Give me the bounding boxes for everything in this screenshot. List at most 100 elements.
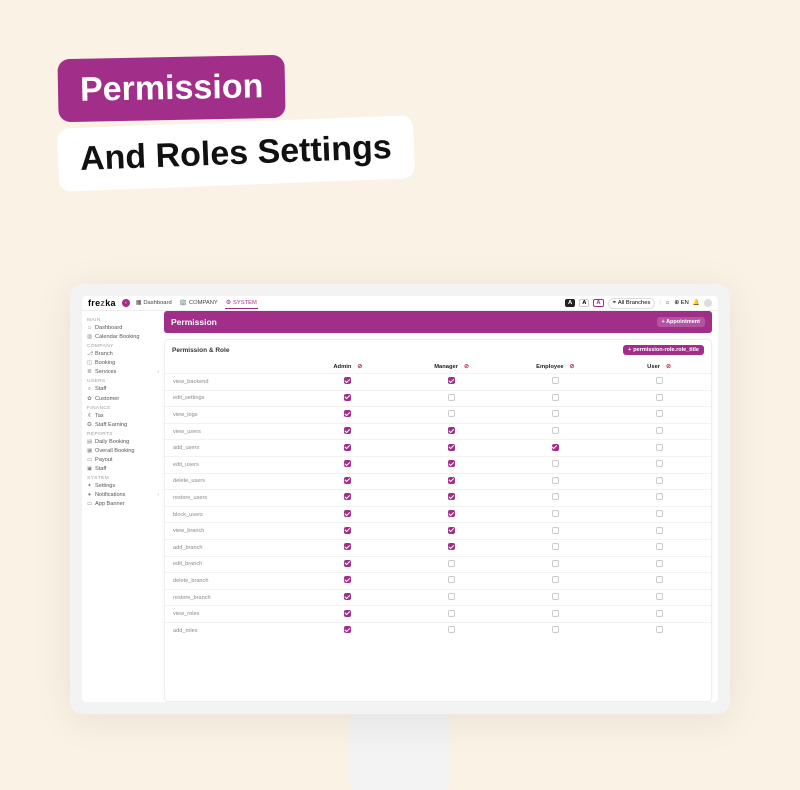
checkbox[interactable] <box>656 593 663 600</box>
checkbox[interactable] <box>552 610 559 617</box>
checkbox[interactable] <box>344 593 351 600</box>
sidebar-item-tax[interactable]: ¢Tax <box>87 411 159 420</box>
top-tab-system[interactable]: ⚙ SYSTEM <box>226 300 257 306</box>
delete-role-icon[interactable]: ⊘ <box>351 364 362 370</box>
sidebar-item-staff[interactable]: ▣Staff <box>87 464 159 473</box>
avatar[interactable] <box>704 299 712 307</box>
checkbox[interactable] <box>656 626 663 633</box>
checkbox[interactable] <box>448 460 455 467</box>
checkbox[interactable] <box>656 510 663 517</box>
checkbox[interactable] <box>448 560 455 567</box>
delete-role-icon[interactable]: ⊘ <box>458 364 469 370</box>
checkbox[interactable] <box>448 394 455 401</box>
sidebar-icon: ✿ <box>87 396 92 402</box>
checkbox[interactable] <box>448 510 455 517</box>
checkbox[interactable] <box>448 543 455 550</box>
checkbox[interactable] <box>344 460 351 467</box>
checkbox[interactable] <box>656 493 663 500</box>
appointment-button[interactable]: + Appointment <box>657 317 705 327</box>
checkbox[interactable] <box>552 560 559 567</box>
checkbox[interactable] <box>448 477 455 484</box>
checkbox[interactable] <box>448 493 455 500</box>
checkbox[interactable] <box>656 410 663 417</box>
checkbox[interactable] <box>344 427 351 434</box>
checkbox[interactable] <box>552 543 559 550</box>
checkbox[interactable] <box>552 444 559 451</box>
checkbox[interactable] <box>344 510 351 517</box>
sidebar-item-dashboard[interactable]: ⌂Dashboard <box>87 323 159 332</box>
checkbox[interactable] <box>344 394 351 401</box>
top-tab-dashboard[interactable]: ▦ Dashboard <box>136 300 172 306</box>
sidebar-item-calendar-booking[interactable]: ▥Calendar Booking <box>87 332 159 341</box>
checkbox[interactable] <box>552 626 559 633</box>
checkbox[interactable] <box>552 510 559 517</box>
sidebar-item-notifications[interactable]: ●Notifications› <box>87 490 159 499</box>
checkbox[interactable] <box>656 527 663 534</box>
brand-logo[interactable]: frezka <box>88 298 116 308</box>
checkbox[interactable] <box>344 377 351 384</box>
checkbox[interactable] <box>656 394 663 401</box>
checkbox[interactable] <box>552 527 559 534</box>
sidebar-item-payout[interactable]: ▭Payout <box>87 455 159 464</box>
checkbox[interactable] <box>552 410 559 417</box>
sidebar-item-daily-booking[interactable]: ▤Daily Booking <box>87 437 159 446</box>
font-size-medium[interactable]: A <box>579 299 589 307</box>
checkbox[interactable] <box>344 560 351 567</box>
sidebar-collapse-button[interactable]: ‹ <box>122 299 130 307</box>
checkbox[interactable] <box>448 427 455 434</box>
sidebar-item-customer[interactable]: ✿Customer <box>87 394 159 403</box>
checkbox[interactable] <box>448 593 455 600</box>
checkbox[interactable] <box>344 626 351 633</box>
checkbox[interactable] <box>344 493 351 500</box>
checkbox[interactable] <box>656 460 663 467</box>
language-switcher[interactable]: ⊕ EN <box>674 300 689 306</box>
checkbox[interactable] <box>344 477 351 484</box>
checkbox[interactable] <box>656 477 663 484</box>
sidebar-item-staff[interactable]: ⌕Staff <box>87 384 159 394</box>
font-size-large[interactable]: A <box>593 299 603 307</box>
checkbox[interactable] <box>656 543 663 550</box>
checkbox[interactable] <box>552 477 559 484</box>
checkbox[interactable] <box>656 610 663 617</box>
checkbox[interactable] <box>448 576 455 583</box>
checkbox[interactable] <box>656 560 663 567</box>
checkbox[interactable] <box>448 527 455 534</box>
sidebar-item-booking[interactable]: ◫Booking <box>87 358 159 367</box>
font-size-small[interactable]: A <box>565 299 575 307</box>
notifications-button[interactable]: 🔔 <box>693 300 700 306</box>
checkbox[interactable] <box>656 427 663 434</box>
checkbox[interactable] <box>448 377 455 384</box>
checkbox[interactable] <box>552 593 559 600</box>
sidebar-item-overall-booking[interactable]: ▦Overall Booking <box>87 446 159 455</box>
delete-role-icon[interactable]: ⊘ <box>660 364 671 370</box>
sidebar-item-app-banner[interactable]: ▭App Banner <box>87 499 159 508</box>
checkbox[interactable] <box>656 576 663 583</box>
theme-toggle[interactable]: ☼ <box>665 300 670 306</box>
delete-role-icon[interactable]: ⊘ <box>564 364 575 370</box>
checkbox[interactable] <box>552 493 559 500</box>
checkbox[interactable] <box>344 543 351 550</box>
sidebar-item-branch[interactable]: ⎇Branch <box>87 349 159 358</box>
sidebar-item-settings[interactable]: ✦Settings <box>87 481 159 490</box>
top-tab-company[interactable]: 🏢 COMPANY <box>180 300 218 306</box>
branch-switcher[interactable]: ⌖ All Branches <box>608 298 656 309</box>
checkbox[interactable] <box>344 527 351 534</box>
checkbox[interactable] <box>344 410 351 417</box>
checkbox[interactable] <box>552 394 559 401</box>
checkbox[interactable] <box>344 576 351 583</box>
sidebar-item-staff-earning[interactable]: ✪Staff Earning <box>87 420 159 429</box>
checkbox[interactable] <box>448 626 455 633</box>
checkbox[interactable] <box>552 427 559 434</box>
checkbox[interactable] <box>656 444 663 451</box>
checkbox[interactable] <box>344 610 351 617</box>
checkbox[interactable] <box>448 610 455 617</box>
checkbox[interactable] <box>344 444 351 451</box>
checkbox[interactable] <box>552 460 559 467</box>
checkbox[interactable] <box>552 576 559 583</box>
checkbox[interactable] <box>552 377 559 384</box>
sidebar-item-services[interactable]: ≣Services› <box>87 367 159 376</box>
checkbox[interactable] <box>448 410 455 417</box>
checkbox[interactable] <box>656 377 663 384</box>
add-role-button[interactable]: + permission-role.role_title <box>623 345 704 355</box>
checkbox[interactable] <box>448 444 455 451</box>
